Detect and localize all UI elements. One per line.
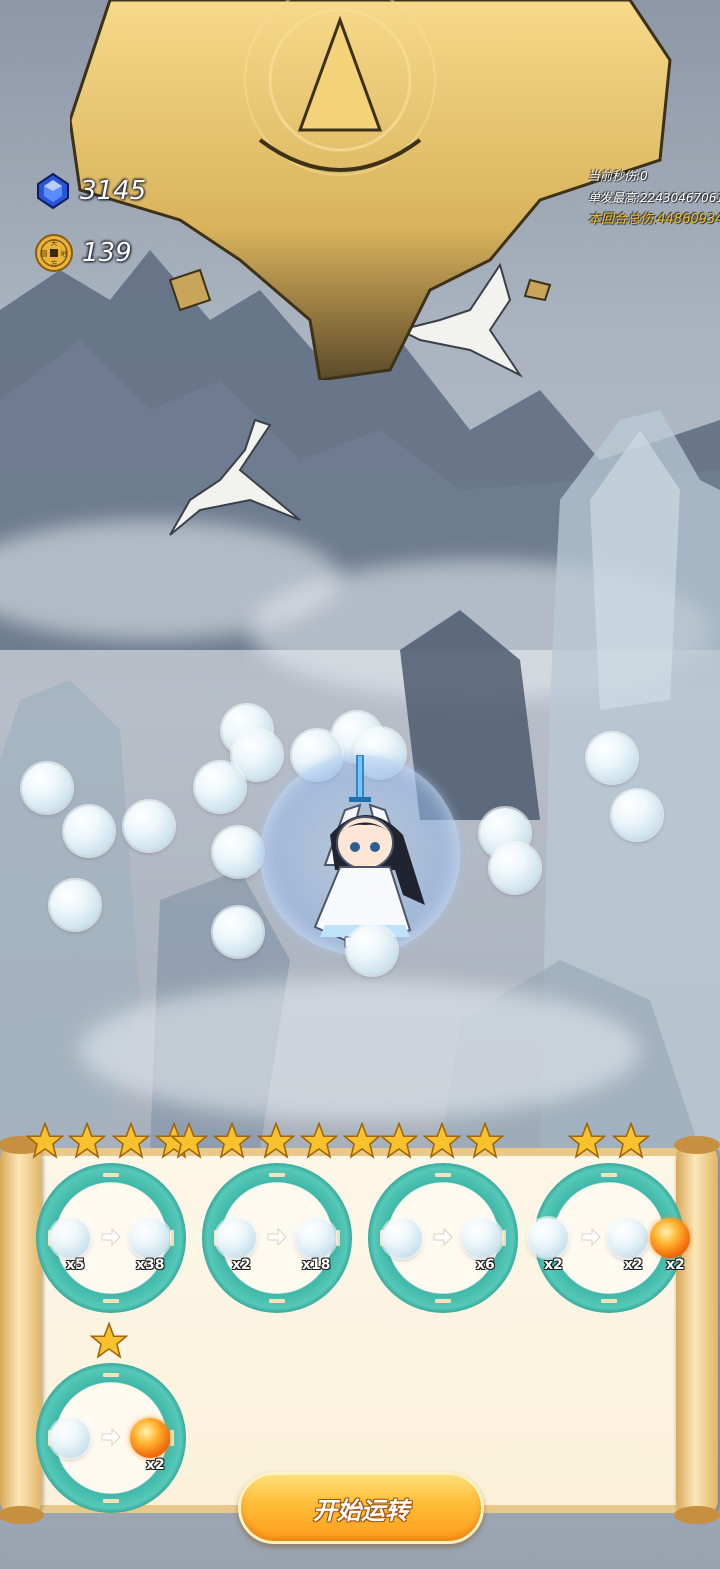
arrow-right-icon: [267, 1227, 287, 1247]
coin-glyph-bottom: 方: [51, 259, 58, 268]
output-count: x6: [476, 1257, 495, 1273]
pearl-orb: [64, 806, 114, 856]
input-count: x2: [232, 1257, 251, 1273]
coin-counter: 天 方 圆 地 139: [34, 233, 132, 273]
recipe-slot-1[interactable]: x5 x38: [36, 1163, 186, 1313]
recipe-slot-3[interactable]: x6: [368, 1163, 518, 1313]
input-pearl: [528, 1218, 568, 1258]
fire-orb: [130, 1418, 170, 1458]
input-pearl: [50, 1418, 90, 1458]
start-button-label: 开始运转: [313, 1495, 409, 1525]
star-icon: [300, 1122, 338, 1159]
pearl-orb: [587, 733, 637, 783]
pearl-orb: [347, 925, 397, 975]
recipe-slot-5[interactable]: x2: [36, 1363, 186, 1513]
pearl-orb: [195, 762, 245, 812]
star-icon: [466, 1122, 504, 1159]
pearl-orb: [490, 843, 540, 893]
input-pearl: [216, 1218, 256, 1258]
star-icon: [612, 1122, 650, 1159]
single-max-text: 单发最高:22430467061 2.18: [588, 191, 720, 205]
output-count: x2: [624, 1257, 643, 1273]
star-icon: [380, 1122, 418, 1159]
pearl-orb: [612, 790, 662, 840]
coin-glyph-top: 天: [51, 239, 58, 247]
pearl-orb: [213, 907, 263, 957]
output-count: x2: [146, 1457, 165, 1473]
output-pearl: [130, 1218, 170, 1258]
input-pearl: [382, 1218, 422, 1258]
gem-counter: 3145: [34, 172, 146, 210]
output-count: x18: [302, 1257, 331, 1273]
star-icon: [68, 1122, 106, 1159]
output-pearl: [608, 1218, 648, 1258]
fire-count: x2: [666, 1257, 685, 1273]
coin-count: 139: [82, 238, 132, 268]
star-icon: [26, 1122, 64, 1159]
start-button[interactable]: 开始运转: [238, 1472, 484, 1544]
star-icon: [423, 1122, 461, 1159]
output-pearl: [296, 1218, 336, 1258]
arrow-right-icon: [433, 1227, 453, 1247]
output-pearl: [462, 1218, 502, 1258]
star-icon: [568, 1122, 606, 1159]
pearl-orb: [50, 880, 100, 930]
crane-left: [169, 418, 301, 536]
star-icon: [112, 1122, 150, 1159]
pearl-orb: [22, 763, 72, 813]
recipe-slot-4[interactable]: x2 x2 x2: [528, 1163, 690, 1313]
input-count: x5: [66, 1257, 85, 1273]
star-icon: [213, 1122, 251, 1159]
coin-glyph-right: 地: [61, 249, 68, 258]
coin-glyph-left: 圆: [41, 250, 48, 258]
input-count: x2: [544, 1257, 563, 1273]
arrow-right-icon: [101, 1227, 121, 1247]
blue-gem-icon: [37, 172, 69, 210]
input-pearl: [50, 1218, 90, 1258]
star-icon: [343, 1122, 381, 1159]
gold-coin-icon: 天 方 圆 地: [35, 234, 73, 272]
pearl-orb: [213, 827, 263, 877]
gem-count: 3145: [80, 176, 147, 206]
fire-orb: [650, 1218, 690, 1258]
round-total-text: 本回合总伤:44860934: [588, 212, 720, 227]
damage-stats-panel: 当前秒伤:0 单发最高:22430467061 2.18 本回合总伤:44860…: [588, 165, 720, 231]
star-icon: [90, 1322, 128, 1359]
star-icon: [170, 1122, 208, 1159]
star-icon: [257, 1122, 295, 1159]
current-dps-text: 当前秒伤:0: [588, 169, 648, 183]
arrow-right-icon: [101, 1427, 121, 1447]
output-count: x38: [136, 1257, 165, 1273]
recipe-slot-2[interactable]: x2 x18: [202, 1163, 352, 1313]
arrow-right-icon: [581, 1227, 601, 1247]
pearl-orb: [124, 801, 174, 851]
